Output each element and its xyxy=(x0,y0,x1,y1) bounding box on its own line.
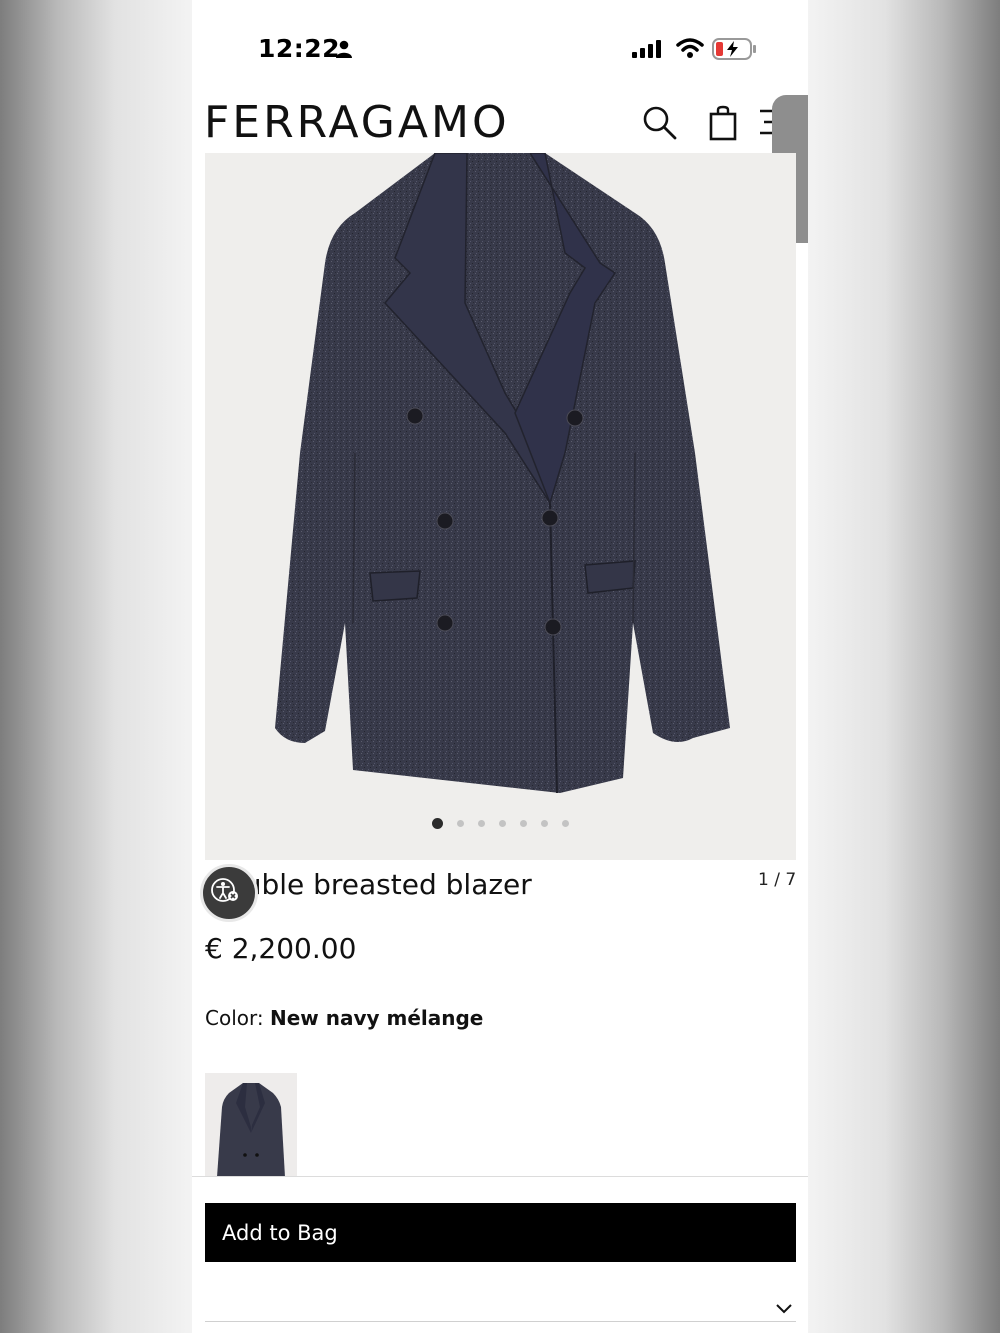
background-left xyxy=(0,0,192,1333)
status-bar: 12:22 xyxy=(192,0,808,95)
brand-logo[interactable]: FERRAGAMO xyxy=(204,97,510,148)
gallery-dot-6[interactable] xyxy=(541,820,548,827)
bottom-action-bar: Add to Bag xyxy=(192,1176,808,1333)
gallery-dot-1[interactable] xyxy=(432,818,443,829)
site-header: FERRAGAMO xyxy=(192,95,808,153)
gallery-dot-4[interactable] xyxy=(499,820,506,827)
wifi-icon xyxy=(676,37,704,63)
gallery-dot-5[interactable] xyxy=(520,820,527,827)
gallery-dot-3[interactable] xyxy=(478,820,485,827)
color-value: New navy mélange xyxy=(269,1006,484,1030)
status-time: 12:22 xyxy=(258,34,341,63)
color-label: Color: xyxy=(205,1006,264,1030)
accessibility-icon[interactable] xyxy=(209,875,241,911)
blazer-image xyxy=(275,153,730,794)
person-icon xyxy=(336,40,352,62)
shopping-bag-icon[interactable] xyxy=(708,105,738,145)
search-icon[interactable] xyxy=(642,105,678,145)
color-selection: Color: New navy mélange xyxy=(205,1006,483,1030)
divider xyxy=(205,1321,796,1322)
battery-low-charging-icon xyxy=(712,38,756,64)
chevron-down-icon[interactable] xyxy=(776,1299,792,1318)
phone-screen: 12:22 FERRAGAMO ‹ xyxy=(192,0,808,1333)
gallery-dot-7[interactable] xyxy=(562,820,569,827)
cellular-signal-icon xyxy=(632,40,662,62)
background-right xyxy=(808,0,1000,1333)
gallery-pagination[interactable] xyxy=(205,813,796,829)
product-price: € 2,200.00 xyxy=(205,932,357,965)
gallery-dot-2[interactable] xyxy=(457,820,464,827)
add-to-bag-button[interactable]: Add to Bag xyxy=(205,1203,796,1262)
color-swatch-new-navy[interactable] xyxy=(205,1073,297,1177)
product-image-gallery[interactable] xyxy=(205,153,796,860)
gallery-counter: 1 / 7 xyxy=(758,870,797,890)
